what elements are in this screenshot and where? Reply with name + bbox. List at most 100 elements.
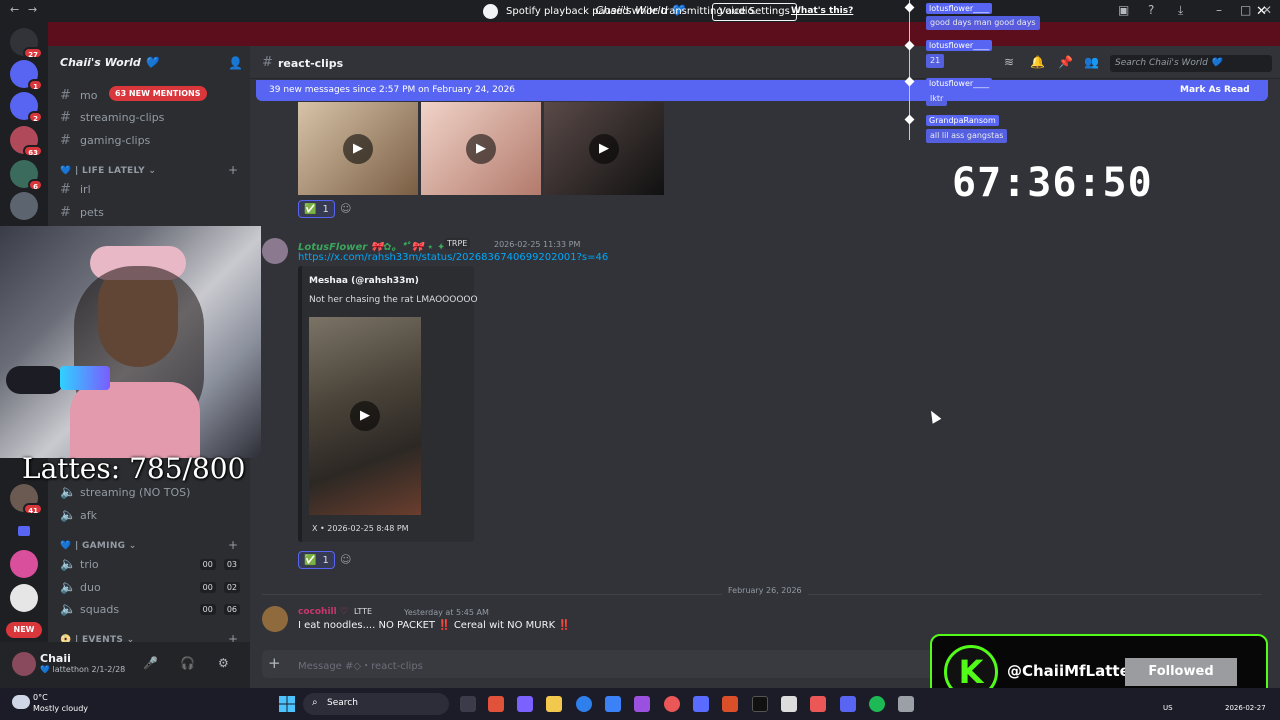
maximize-icon[interactable]: □ <box>1240 3 1251 17</box>
add-reaction-icon[interactable]: ☺ <box>340 553 351 566</box>
app-icon[interactable] <box>781 696 797 712</box>
search-icon: ⌕ <box>312 697 318 708</box>
folder-icon[interactable] <box>18 526 30 536</box>
reaction-check[interactable]: ✅ 1 <box>298 551 335 569</box>
weather-temp[interactable]: 0°C <box>33 693 48 702</box>
rgb-mic-light <box>60 366 110 390</box>
server-icon-8[interactable] <box>10 584 38 612</box>
voice-channel-item[interactable]: 🔈 squads 00 06 <box>60 599 240 619</box>
spotify-icon[interactable] <box>869 696 885 712</box>
store-icon[interactable] <box>634 696 650 712</box>
server-icon-2[interactable]: 2 <box>10 92 43 123</box>
category-gaming[interactable]: 💙 | GAMING ⌄ <box>60 541 137 551</box>
voice-limit: 02 <box>223 581 240 593</box>
voice-settings-button[interactable]: Voice Settings <box>712 3 797 21</box>
play-icon[interactable]: ▶ <box>466 133 496 164</box>
app-icon[interactable] <box>488 696 504 712</box>
task-view-icon[interactable] <box>460 696 476 712</box>
app-icon[interactable] <box>693 696 709 712</box>
play-icon[interactable]: ▶ <box>589 133 619 164</box>
microphone-icon[interactable]: 🎤 <box>143 656 158 670</box>
gear-icon[interactable]: ⚙ <box>218 656 229 670</box>
voice-channel-item[interactable]: 🔈 duo 00 02 <box>60 577 240 597</box>
server-icon-5[interactable] <box>10 192 38 220</box>
play-icon[interactable]: ▶ <box>350 401 380 431</box>
voice-channel-item[interactable]: 🔈 afk <box>60 505 97 525</box>
server-icon-4[interactable]: 6 <box>10 160 43 191</box>
spotify-icon <box>483 4 498 19</box>
message-author[interactable]: cocohill ♡ <box>298 607 348 617</box>
channel-item[interactable]: # gaming-clips <box>60 130 150 150</box>
server-name[interactable]: Chaii's World 💙 <box>60 56 158 69</box>
help-icon[interactable]: ? <box>1148 3 1154 17</box>
embed-author[interactable]: Meshaa (@rahsh33m) <box>309 276 419 286</box>
weather-desc[interactable]: Mostly cloudy <box>33 704 88 713</box>
embed-footer: X • 2026-02-25 8:48 PM <box>312 524 409 533</box>
avatar[interactable] <box>262 606 288 632</box>
banner-close-icon[interactable]: ✕ <box>1256 4 1267 19</box>
add-channel-icon[interactable]: + <box>228 538 238 552</box>
chrome-icon[interactable] <box>664 696 680 712</box>
calculator-icon[interactable] <box>898 696 914 712</box>
channel-title: react-clips <box>278 57 344 70</box>
avatar[interactable] <box>12 652 36 676</box>
search-input[interactable]: Search Chaii's World 💙 <box>1110 55 1272 72</box>
minimize-icon[interactable]: – <box>1216 3 1222 17</box>
add-channel-icon[interactable]: + <box>228 163 238 177</box>
taskbar-search[interactable]: Search <box>303 693 449 715</box>
app-icon[interactable] <box>722 696 738 712</box>
invite-icon[interactable]: 👤 <box>228 56 243 70</box>
app-icon[interactable] <box>810 696 826 712</box>
headphones-icon[interactable]: 🎧 <box>180 656 195 670</box>
message-author[interactable]: LotusFlower 🎀✿。*ﾟ🎀 ⋆ ✦ <box>298 238 445 253</box>
members-icon[interactable]: 👥 <box>1084 55 1099 69</box>
server-icon-1[interactable]: 1 <box>10 60 43 91</box>
category-life-lately[interactable]: 💙 | LIFE LATELY ⌄ <box>60 166 156 176</box>
forward-arrow-icon[interactable]: → <box>28 3 37 16</box>
voice-channel-item[interactable]: 🔈 trio 00 03 <box>60 554 240 574</box>
cloud-icon[interactable] <box>12 695 30 709</box>
voice-channel-item[interactable]: 🔈 streaming (NO TOS) <box>60 482 190 502</box>
new-messages-text: 39 new messages since 2:57 PM on Februar… <box>269 85 516 95</box>
video-thumbnail[interactable]: ▶ <box>421 102 541 195</box>
bell-icon[interactable]: 🔔 <box>1030 55 1045 69</box>
server-icon-3[interactable]: 63 <box>10 126 43 157</box>
channel-item[interactable]: # mo <box>60 85 97 105</box>
app-icon[interactable] <box>605 696 621 712</box>
file-explorer-icon[interactable] <box>546 696 562 712</box>
windows-start-icon[interactable] <box>279 696 295 712</box>
embed-video[interactable]: ▶ <box>309 317 421 515</box>
play-icon[interactable]: ▶ <box>343 133 373 164</box>
back-arrow-icon[interactable]: ← <box>10 3 19 16</box>
reaction-check[interactable]: ✅ 1 <box>298 200 335 218</box>
threads-icon[interactable]: ≋ <box>1004 55 1014 69</box>
avatar[interactable] <box>262 238 288 264</box>
discord-icon[interactable] <box>840 696 856 712</box>
add-reaction-icon[interactable]: ☺ <box>340 202 351 215</box>
new-mentions-pill[interactable]: 63 NEW MENTIONS <box>109 86 207 101</box>
pin-icon[interactable]: 📌 <box>1058 55 1073 69</box>
message-timestamp: 2026-02-25 11:33 PM <box>494 240 581 249</box>
mark-as-read-button[interactable]: Mark As Read <box>1180 85 1250 95</box>
screen-share-icon[interactable]: ▣ <box>1118 3 1129 17</box>
dm-home-icon[interactable]: 27 <box>10 28 43 59</box>
server-icon-6[interactable]: 41 <box>10 484 43 515</box>
tiktok-icon[interactable] <box>752 696 768 712</box>
download-icon[interactable]: ⤓ <box>1178 3 1183 18</box>
server-icon-7[interactable] <box>10 550 38 578</box>
channel-item[interactable]: # pets <box>60 202 104 222</box>
video-thumbnail[interactable]: ▶ <box>298 102 418 195</box>
attach-plus-icon[interactable]: + <box>268 654 281 672</box>
taskbar-date[interactable]: 2026-02-27 <box>1225 704 1266 712</box>
message-link[interactable]: https://x.com/rahsh33m/status/2026836740… <box>298 252 608 263</box>
copilot-icon[interactable] <box>517 696 533 712</box>
whats-this-link[interactable]: What's this? <box>791 6 853 16</box>
edge-icon[interactable] <box>576 696 592 712</box>
message-input[interactable]: Message #◇・react-clips <box>298 657 423 672</box>
speaker-icon: 🔈 <box>60 579 77 595</box>
channel-item[interactable]: # streaming-clips <box>60 107 164 127</box>
streamer-top <box>70 382 200 458</box>
channel-item[interactable]: # irl <box>60 179 91 199</box>
video-thumbnail[interactable]: ▶ <box>544 102 664 195</box>
language-indicator[interactable]: US <box>1163 704 1173 712</box>
